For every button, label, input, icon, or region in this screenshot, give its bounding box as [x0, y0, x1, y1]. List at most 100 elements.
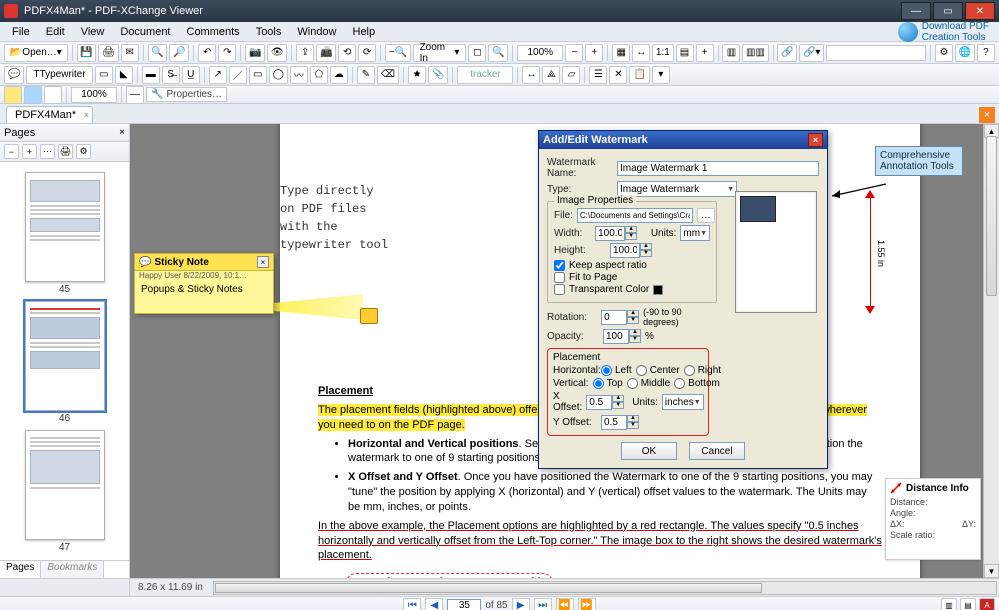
export-icon[interactable]: ⇪: [296, 44, 314, 62]
layout-single-icon[interactable]: ▥: [941, 598, 957, 610]
keep-aspect-check[interactable]: Keep aspect ratio: [554, 260, 710, 271]
opacity-field[interactable]: [71, 87, 117, 103]
last-page-button[interactable]: ⏭: [534, 598, 552, 610]
tracker-logo-icon[interactable]: tracker: [457, 66, 513, 84]
attach-tool-icon[interactable]: 📎: [428, 66, 448, 84]
rect-tool-icon[interactable]: ▭: [249, 66, 267, 84]
tab-pages[interactable]: Pages: [0, 561, 41, 578]
measure-dist-icon[interactable]: ↔: [522, 66, 540, 84]
close-all-tabs-button[interactable]: ×: [979, 107, 995, 123]
flatten-icon[interactable]: ▾: [652, 66, 670, 84]
menu-window[interactable]: Window: [289, 26, 344, 38]
thumbs-options-icon[interactable]: ⋯: [40, 144, 55, 159]
properties-button[interactable]: 🔧 Properties…: [146, 87, 227, 102]
ocr-icon[interactable]: 👁: [267, 44, 287, 62]
line-tool-icon[interactable]: ／: [229, 66, 247, 84]
radio-right[interactable]: Right: [684, 365, 721, 376]
summarize-icon[interactable]: 📋: [629, 66, 649, 84]
thumbnail[interactable]: [25, 430, 105, 540]
pencil-tool-icon[interactable]: ✎: [357, 66, 375, 84]
polyline-tool-icon[interactable]: 〰: [290, 66, 308, 84]
first-page-button[interactable]: ⏮: [403, 598, 421, 610]
sticky-note-popup[interactable]: 💬 Sticky Note × Happy User 8/22/2009, 10…: [134, 253, 274, 314]
text-color-swatch[interactable]: [44, 86, 62, 104]
tab-close-icon[interactable]: ×: [84, 110, 89, 120]
stroke-color-swatch[interactable]: [24, 86, 42, 104]
minimize-button[interactable]: —: [901, 2, 931, 20]
strike-tool-icon[interactable]: S̶: [162, 66, 180, 84]
vertical-scrollbar[interactable]: ▲ ▼: [983, 124, 999, 578]
document-tab[interactable]: PDFX4Man* ×: [6, 106, 93, 123]
typewriter-tool[interactable]: T Typewriter: [26, 66, 92, 84]
scan-icon[interactable]: 📠: [316, 44, 336, 62]
line-style-icon[interactable]: —: [126, 86, 144, 104]
stamp-tool-icon[interactable]: 🟊: [408, 66, 426, 84]
next-page-button[interactable]: ▶: [512, 598, 530, 610]
close-button[interactable]: ✕: [965, 2, 995, 20]
oval-tool-icon[interactable]: ◯: [269, 66, 288, 84]
eraser-tool-icon[interactable]: ⌫: [377, 66, 399, 84]
actual-size-icon[interactable]: 1:1: [652, 44, 673, 62]
browse-icon[interactable]: …: [697, 208, 715, 223]
search-icon[interactable]: 🔎: [169, 44, 189, 62]
tab-bookmarks[interactable]: Bookmarks: [41, 561, 104, 578]
width-input[interactable]: [595, 226, 625, 241]
rotation-input[interactable]: [601, 310, 627, 325]
menu-help[interactable]: Help: [345, 26, 384, 38]
cancel-button[interactable]: Cancel: [689, 442, 745, 460]
page-layout-icon[interactable]: ▥: [722, 44, 740, 62]
hide-comments-icon[interactable]: ✕: [609, 66, 627, 84]
menu-document[interactable]: Document: [112, 26, 178, 38]
radio-center[interactable]: Center: [636, 365, 680, 376]
lang-icon[interactable]: 🌐: [955, 44, 975, 62]
fit-page-check[interactable]: Fit to Page: [554, 272, 710, 283]
zoom-out-icon[interactable]: −🔍: [385, 44, 410, 62]
height-input[interactable]: [610, 243, 640, 258]
radio-bottom[interactable]: Bottom: [674, 378, 720, 389]
cloud-tool-icon[interactable]: ☁: [330, 66, 348, 84]
fit-visible-icon[interactable]: ▤: [676, 44, 694, 62]
textbox-tool-icon[interactable]: ▭: [95, 66, 113, 84]
menu-comments[interactable]: Comments: [179, 26, 248, 38]
units-place-select[interactable]: inches▼: [662, 394, 704, 410]
transparent-check[interactable]: Transparent Color: [554, 284, 710, 295]
page-facing-icon[interactable]: ▥▥: [742, 44, 768, 62]
radio-middle[interactable]: Middle: [627, 378, 670, 389]
measure-area-icon[interactable]: ▱: [562, 66, 580, 84]
underline-tool-icon[interactable]: U̲: [182, 66, 200, 84]
download-banner[interactable]: Download PDFCreation Tools: [898, 21, 995, 43]
scroll-thumb[interactable]: [986, 136, 997, 296]
menu-edit[interactable]: Edit: [38, 26, 73, 38]
callout-tool-icon[interactable]: ◣: [115, 66, 133, 84]
yoff-input[interactable]: [601, 415, 627, 430]
scroll-down-icon[interactable]: ▼: [984, 564, 999, 578]
zoom-minus-icon[interactable]: −: [565, 44, 583, 62]
thumbs-print-icon[interactable]: 🖨: [58, 144, 73, 159]
sticky-page-icon[interactable]: [360, 308, 378, 324]
dialog-close-icon[interactable]: ×: [808, 133, 823, 147]
menu-tools[interactable]: Tools: [248, 26, 290, 38]
fit-width-icon[interactable]: ↔: [632, 44, 650, 62]
redo-icon[interactable]: ↷: [218, 44, 236, 62]
sticky-close-icon[interactable]: ×: [257, 256, 269, 268]
opacity-input[interactable]: [603, 329, 629, 344]
show-comments-icon[interactable]: ☰: [589, 66, 607, 84]
link-combo[interactable]: [826, 45, 926, 61]
print-icon[interactable]: 🖨: [98, 44, 118, 62]
save-icon[interactable]: 💾: [77, 44, 97, 62]
pages-close-icon[interactable]: ×: [119, 127, 125, 138]
polygon-tool-icon[interactable]: ⬠: [310, 66, 328, 84]
layout-continuous-icon[interactable]: ▤: [960, 598, 976, 610]
measure-perim-icon[interactable]: ⟁: [542, 66, 560, 84]
prefs-icon[interactable]: ⚙: [935, 44, 953, 62]
thumbs-zoom-in-icon[interactable]: +: [22, 144, 37, 159]
fit-plus-icon[interactable]: +: [696, 44, 714, 62]
wm-name-input[interactable]: [617, 161, 819, 176]
prev-view-button[interactable]: ⏪: [556, 598, 574, 610]
thumbnail[interactable]: [25, 301, 105, 411]
adobe-icon[interactable]: A: [979, 598, 995, 610]
menu-view[interactable]: View: [73, 26, 113, 38]
file-input[interactable]: [577, 208, 693, 223]
xoff-input[interactable]: [586, 395, 612, 410]
page-number-input[interactable]: [447, 599, 481, 610]
